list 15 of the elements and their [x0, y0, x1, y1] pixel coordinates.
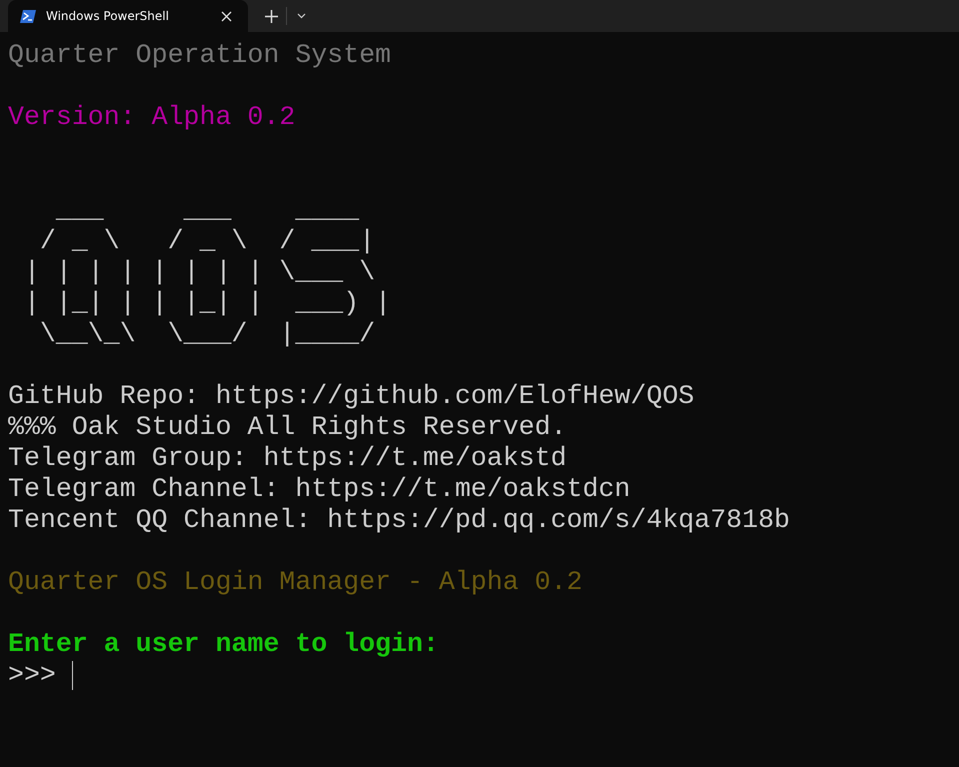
system-title: Quarter Operation System [8, 40, 392, 71]
info-text: %%% Oak Studio All Rights Reserved. [8, 412, 567, 443]
version-text: Version: Alpha 0.2 [8, 102, 296, 133]
info-text: Tencent QQ Channel: https://pd.qq.com/s/4kqa7818b [8, 505, 790, 536]
info-text: GitHub Repo: https://github.com/ElofHew/QOS [8, 381, 694, 412]
ascii-art-logo: ___ ___ ____ / _ \ / _ \ / ___| | | | | | | | | \___ \ | |_| | | |_| | ___) | \__\_\ \___/ |____/ [22, 195, 392, 350]
terminal-tab[interactable]: Windows PowerShell [8, 0, 248, 32]
login-header: Quarter OS Login Manager - Alpha 0.2 [8, 567, 583, 598]
prompt-symbol: >>> [8, 660, 56, 691]
login-prompt-text: Enter a user name to login: [8, 629, 439, 660]
powershell-icon [20, 10, 36, 22]
text-cursor [72, 661, 74, 690]
tab-title: Windows PowerShell [46, 9, 170, 23]
info-text: Telegram Channel: https://t.me/oakstdcn [8, 474, 630, 505]
info-text: Telegram Group: https://t.me/oakstd [8, 443, 567, 474]
